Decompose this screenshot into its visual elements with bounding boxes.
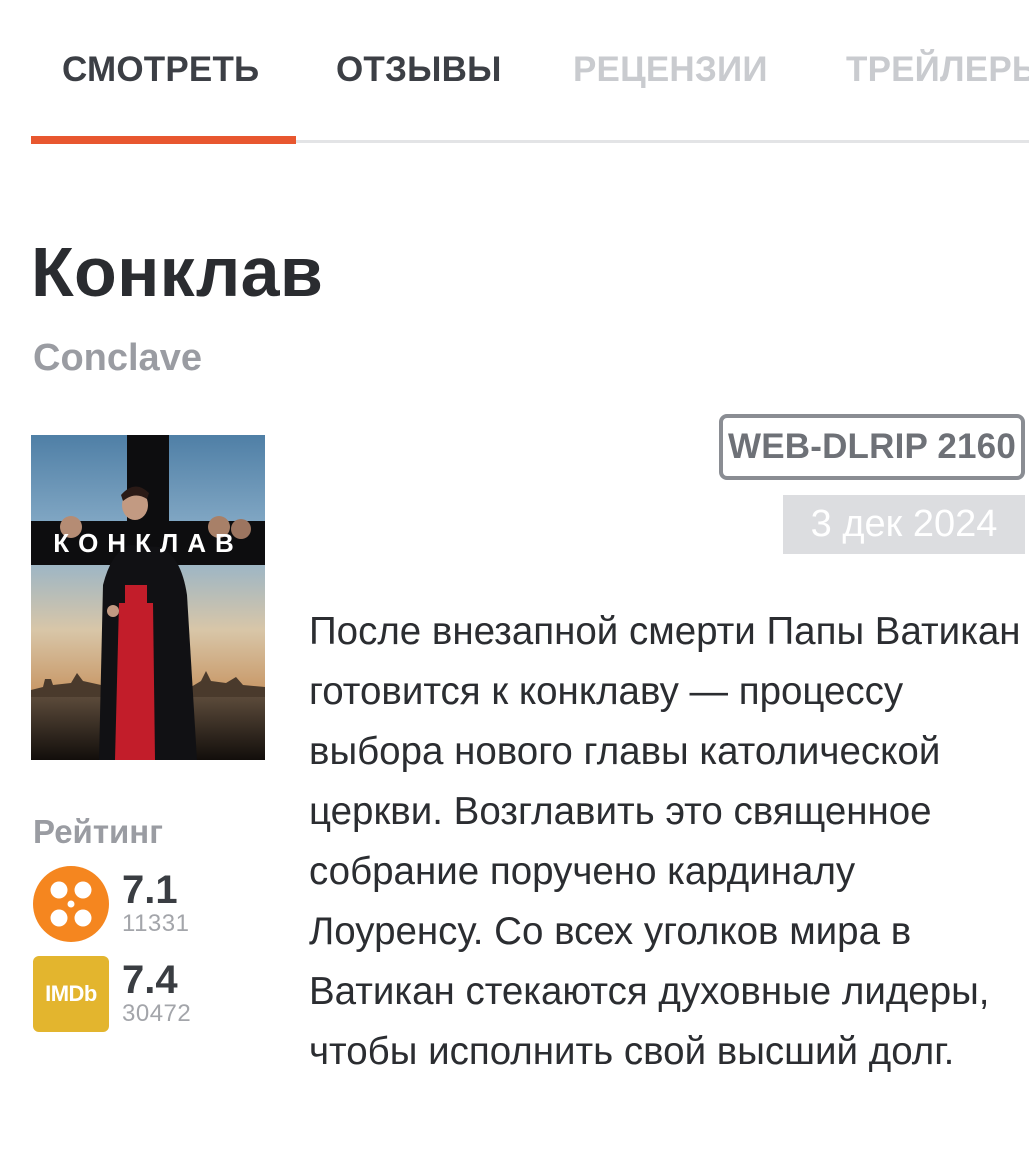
movie-page: СМОТРЕТЬ ОТЗЫВЫ РЕЦЕНЗИИ ТРЕЙЛЕРЫ Конкла… bbox=[0, 0, 1029, 1173]
movie-original-title: Conclave bbox=[33, 337, 202, 379]
movie-poster[interactable]: КОНКЛАВ bbox=[31, 435, 265, 760]
movie-description: После внезапной смерти Папы Ватикан гото… bbox=[309, 610, 1021, 1073]
tab-watch[interactable]: СМОТРЕТЬ bbox=[62, 48, 259, 92]
imdb-logo-icon: IMDb bbox=[33, 956, 109, 1032]
rating-heading: Рейтинг bbox=[33, 813, 163, 850]
release-date-badge: 3 дек 2024 bbox=[783, 495, 1025, 554]
quality-badge: WEB-DLRIP 2160 bbox=[719, 414, 1025, 480]
tab-reviews[interactable]: ОТЗЫВЫ bbox=[336, 48, 502, 92]
imdb-rating[interactable]: IMDb 7.4 30472 bbox=[33, 956, 233, 1036]
kinopoisk-rating[interactable]: 7.1 11331 bbox=[33, 866, 233, 946]
poster-image: КОНКЛАВ bbox=[31, 435, 265, 760]
imdb-rating-value: 7.4 bbox=[122, 958, 178, 1002]
imdb-votes-count: 30472 bbox=[122, 1000, 192, 1027]
tab-bar: СМОТРЕТЬ ОТЗЫВЫ РЕЦЕНЗИИ ТРЕЙЛЕРЫ bbox=[0, 0, 1029, 145]
active-tab-indicator bbox=[31, 136, 296, 144]
poster-title-text: КОНКЛАВ bbox=[53, 528, 243, 558]
kinopoisk-reel-icon bbox=[33, 866, 109, 942]
tab-trailers[interactable]: ТРЕЙЛЕРЫ bbox=[846, 48, 1029, 92]
kinopoisk-votes-count: 11331 bbox=[122, 910, 190, 937]
movie-title: Конклав bbox=[31, 233, 324, 311]
tab-critic-reviews[interactable]: РЕЦЕНЗИИ bbox=[573, 48, 768, 92]
kinopoisk-rating-value: 7.1 bbox=[122, 868, 178, 912]
